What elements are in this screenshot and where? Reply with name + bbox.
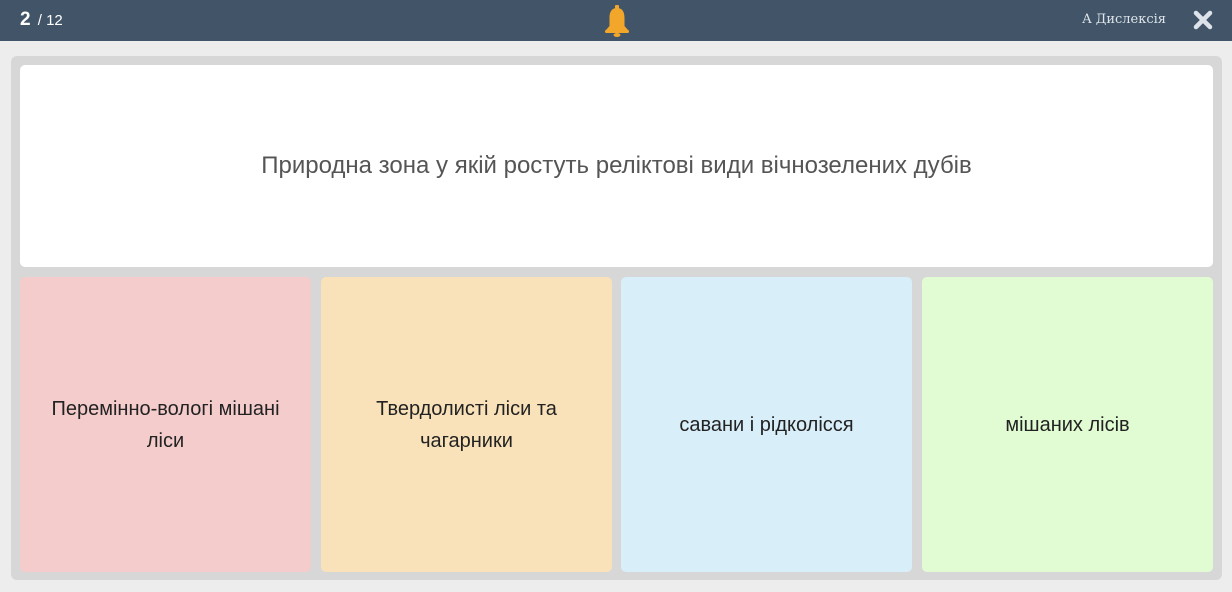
question-text: Природна зона у якій ростуть реліктові в…: [261, 152, 972, 179]
answer-label: Перемінно-вологі мішані ліси: [51, 397, 280, 452]
bell-icon[interactable]: [602, 5, 632, 37]
current-question-number: 2: [20, 9, 31, 30]
answer-option-3[interactable]: савани і рідколісся: [621, 277, 912, 572]
top-bar: 2 / 12 A Дислексія: [0, 0, 1232, 41]
answer-label: мішаних лісів: [1005, 413, 1130, 436]
question-counter: 2 / 12: [20, 8, 63, 33]
answer-label: савани і рідколісся: [679, 413, 854, 436]
answer-label: Твердолисті ліси та чагарники: [376, 397, 557, 452]
answer-options: Перемінно-вологі мішані ліси Твердолисті…: [20, 277, 1213, 572]
answer-option-1[interactable]: Перемінно-вологі мішані ліси: [20, 277, 311, 572]
answer-option-2[interactable]: Твердолисті ліси та чагарники: [321, 277, 612, 572]
answer-option-4[interactable]: мішаних лісів: [922, 277, 1213, 572]
dyslexia-toggle[interactable]: A Дислексія: [1082, 11, 1166, 29]
total-questions: / 12: [37, 12, 63, 29]
close-icon[interactable]: [1192, 9, 1214, 31]
quiz-board: Природна зона у якій ростуть реліктові в…: [11, 56, 1222, 580]
question-card: Природна зона у якій ростуть реліктові в…: [20, 65, 1213, 267]
